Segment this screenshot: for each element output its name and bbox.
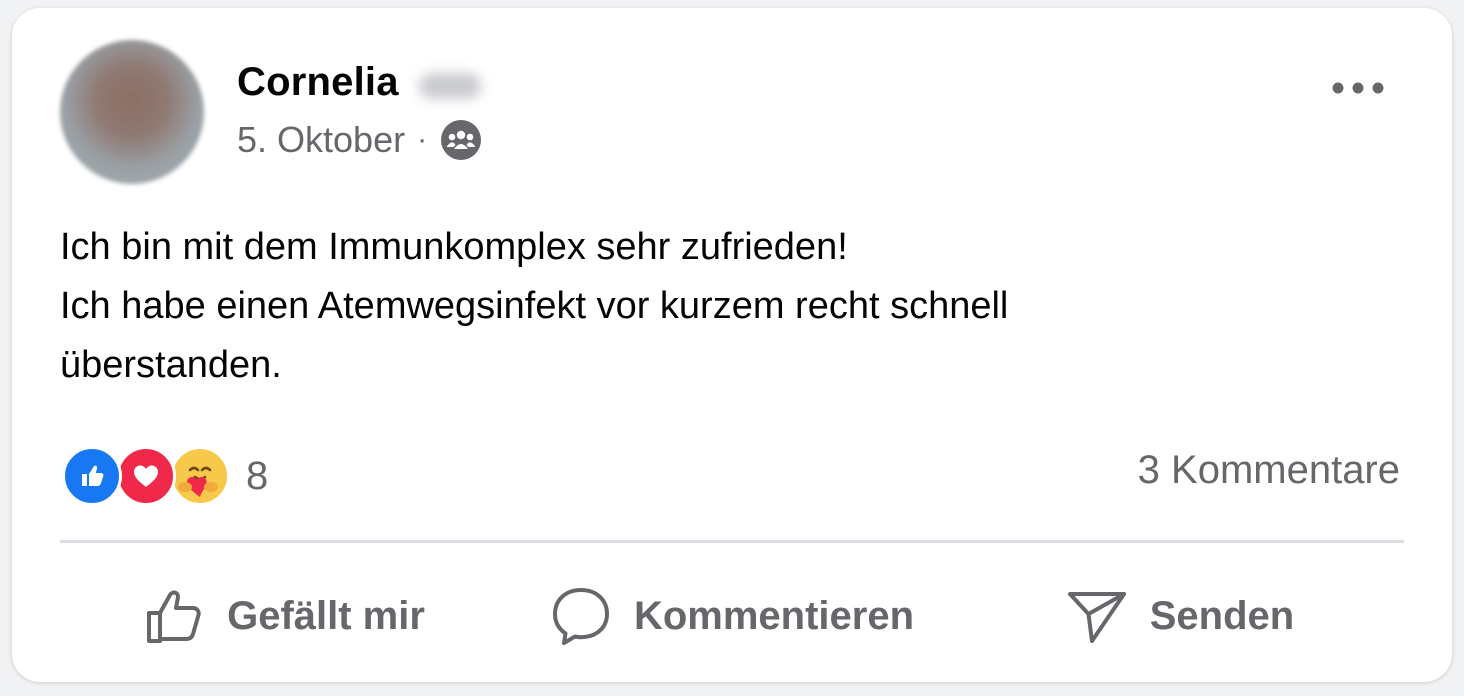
thumbs-up-icon [147,590,201,643]
post-text: Ich bin mit dem Immunkomplex sehr zufrie… [60,218,1360,395]
divider [60,540,1404,543]
more-dots-icon [1332,82,1384,94]
send-button-label: Senden [1149,593,1295,638]
author-row: Cornelia [237,60,481,105]
group-icon[interactable] [439,118,483,162]
comment-bubble-icon [552,588,609,645]
send-icon [1067,592,1126,643]
post-text-line: Ich bin mit dem Immunkomplex sehr zufrie… [60,226,848,268]
send-button[interactable]: Senden [956,580,1404,652]
post-card: Cornelia 5. Oktober · Ich bin mit dem Im… [12,8,1452,682]
post-meta: 5. Oktober · [237,118,483,162]
avatar[interactable] [60,40,204,184]
author-name[interactable]: Cornelia [237,60,399,105]
like-button[interactable]: Gefällt mir [60,580,508,652]
more-options-button[interactable] [1330,70,1386,106]
reactions-summary[interactable]: 8 [62,446,268,506]
post-text-line: Ich habe einen Atemwegsinfekt vor kurzem… [60,285,1009,327]
post-date[interactable]: 5. Oktober [237,119,405,161]
reaction-count: 8 [246,453,269,498]
action-bar: Gefällt mir Kommentieren Senden [60,580,1404,652]
like-button-label: Gefällt mir [227,593,425,638]
meta-separator: · [417,123,428,156]
post-text-line: überstanden. [60,344,282,386]
comment-button-label: Kommentieren [633,593,915,638]
comment-button[interactable]: Kommentieren [508,580,956,652]
like-reaction-icon [62,446,122,506]
redacted-surname [418,72,481,99]
care-reaction-icon [170,446,230,506]
love-reaction-icon [116,446,176,506]
comments-count-link[interactable]: 3 Kommentare [1138,448,1400,493]
